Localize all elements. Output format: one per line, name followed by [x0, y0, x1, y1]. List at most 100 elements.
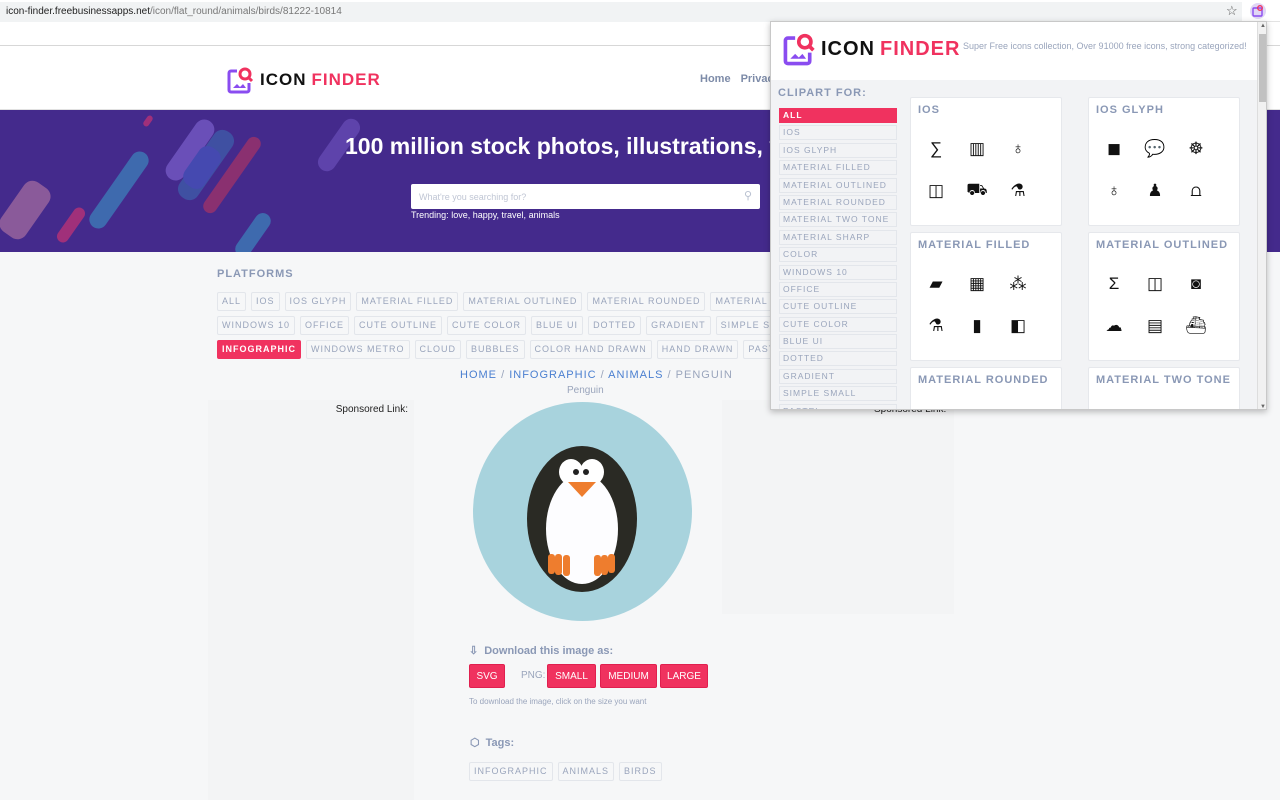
- platform-chip[interactable]: GRADIENT: [646, 316, 711, 335]
- category-card[interactable]: MATERIAL TWO TONE: [1088, 367, 1240, 409]
- category-item[interactable]: CUTE OUTLINE: [779, 299, 897, 315]
- noose-icon[interactable]: ♁: [1007, 138, 1029, 160]
- url-text[interactable]: icon-finder.freebusinessapps.net/icon/fl…: [6, 6, 342, 17]
- category-item[interactable]: MATERIAL ROUNDED: [779, 194, 897, 210]
- popup-logo[interactable]: ICON FINDER: [783, 32, 960, 66]
- search-box: ⚲: [411, 184, 760, 209]
- logo-word-icon: ICON: [260, 70, 307, 89]
- download-png-small-button[interactable]: SMALL: [547, 664, 596, 688]
- category-item[interactable]: SIMPLE SMALL: [779, 386, 897, 402]
- platform-chip[interactable]: CUTE COLOR: [447, 316, 527, 335]
- book-filled-icon[interactable]: ◼: [1103, 138, 1125, 160]
- sigma-icon[interactable]: ∑: [925, 138, 947, 160]
- logo-icon: [783, 33, 815, 66]
- category-card[interactable]: IOS ∑ ▥ ♁ ◫ ⛟ ⚗: [910, 97, 1062, 226]
- scroll-up-icon[interactable]: ▲: [1260, 23, 1266, 29]
- car-push-icon[interactable]: ⛟: [966, 180, 988, 202]
- camera-icon[interactable]: ◙: [1185, 273, 1207, 295]
- platform-chip[interactable]: MATERIAL FILLED: [356, 292, 459, 311]
- category-card[interactable]: IOS GLYPH ◼ 💬 ☸ ♁ ♟ ⩍: [1088, 97, 1240, 226]
- battery-icon[interactable]: ▮: [966, 315, 988, 337]
- grapes-icon[interactable]: ⁂: [1007, 273, 1029, 295]
- platform-chip[interactable]: MATERIAL ROUNDED: [587, 292, 706, 311]
- search-icon[interactable]: ⚲: [744, 189, 752, 202]
- category-item[interactable]: OFFICE: [779, 281, 897, 297]
- breadcrumb-animals[interactable]: ANIMALS: [608, 369, 663, 381]
- category-item[interactable]: MATERIAL FILLED: [779, 160, 897, 176]
- ferris-wheel-icon[interactable]: ☸: [1185, 138, 1207, 160]
- tag-chip[interactable]: ANIMALS: [557, 762, 615, 781]
- platform-chip[interactable]: BLUE UI: [531, 316, 584, 335]
- cube-icon[interactable]: ◧: [1007, 315, 1029, 337]
- category-card[interactable]: MATERIAL OUTLINED Σ ◫ ◙ ☁ ▤ ⛴: [1088, 232, 1240, 361]
- film-icon[interactable]: ▦: [966, 273, 988, 295]
- platform-chip[interactable]: HAND DRAWN: [656, 340, 739, 359]
- tag-chip[interactable]: INFOGRAPHIC: [469, 762, 553, 781]
- category-item[interactable]: CUTE COLOR: [779, 316, 897, 332]
- cloud-icon[interactable]: ☁: [1103, 315, 1125, 337]
- popup-scrollbar[interactable]: ▲ ▼: [1257, 22, 1266, 409]
- archive-icon[interactable]: ▤: [1144, 315, 1166, 337]
- sanitizer-icon[interactable]: ⚗: [925, 315, 947, 337]
- category-item[interactable]: PASTEL: [779, 403, 897, 409]
- ad-slot-right[interactable]: Sponsored Link:: [722, 400, 954, 614]
- download-svg-button[interactable]: SVG: [469, 664, 505, 688]
- platform-chip[interactable]: ALL: [217, 292, 247, 311]
- platform-chip[interactable]: IOS GLYPH: [284, 292, 352, 311]
- bar-chart-icon[interactable]: ▥: [966, 138, 988, 160]
- category-card[interactable]: MATERIAL ROUNDED: [910, 367, 1062, 409]
- icon-finder-extension-icon[interactable]: [1250, 3, 1266, 19]
- category-item[interactable]: GRADIENT: [779, 368, 897, 384]
- platform-chip[interactable]: CUTE OUTLINE: [354, 316, 443, 335]
- download-png-medium-button[interactable]: MEDIUM: [600, 664, 657, 688]
- platform-chip[interactable]: COLOR HAND DRAWN: [529, 340, 652, 359]
- platform-chip-active[interactable]: INFOGRAPHIC: [217, 340, 301, 359]
- download-png-large-button[interactable]: LARGE: [660, 664, 708, 688]
- ad-slot-left[interactable]: Sponsored Link:: [208, 400, 414, 800]
- category-item[interactable]: MATERIAL TWO TONE: [779, 212, 897, 228]
- icon-name: Penguin: [567, 385, 604, 396]
- category-item[interactable]: IOS GLYPH: [779, 142, 897, 158]
- sigma-icon[interactable]: Σ: [1103, 273, 1125, 295]
- platform-chip[interactable]: CLOUD: [414, 340, 462, 359]
- breadcrumb-infographic[interactable]: INFOGRAPHIC: [509, 369, 596, 381]
- platform-chip[interactable]: IOS: [251, 292, 280, 311]
- category-item[interactable]: DOTTED: [779, 351, 897, 367]
- noose-filled-icon[interactable]: ♁: [1103, 180, 1125, 202]
- breadcrumb: HOME / INFOGRAPHIC / ANIMALS / PENGUIN: [460, 369, 733, 381]
- platform-chip[interactable]: DOTTED: [588, 316, 642, 335]
- platform-chip[interactable]: WINDOWS METRO: [306, 340, 410, 359]
- platform-chip[interactable]: WINDOWS 10: [217, 316, 296, 335]
- platform-chip[interactable]: OFFICE: [300, 316, 350, 335]
- penguin-icon[interactable]: ♟: [1144, 180, 1166, 202]
- url-field[interactable]: icon-finder.freebusinessapps.net/icon/fl…: [0, 2, 1242, 22]
- category-card[interactable]: MATERIAL FILLED ▰ ▦ ⁂ ⚗ ▮ ◧: [910, 232, 1062, 361]
- site-logo[interactable]: ICON FINDER: [227, 66, 381, 94]
- swing-icon[interactable]: ⩍: [1185, 180, 1207, 202]
- search-input[interactable]: [411, 184, 731, 209]
- category-item[interactable]: MATERIAL SHARP: [779, 229, 897, 245]
- nav-home[interactable]: Home: [700, 73, 731, 85]
- speech-bubble-icon[interactable]: 💬: [1144, 138, 1166, 160]
- category-item[interactable]: COLOR: [779, 247, 897, 263]
- folder-add-icon[interactable]: ▰: [925, 273, 947, 295]
- category-item[interactable]: BLUE UI: [779, 334, 897, 350]
- category-item-active[interactable]: ALL: [779, 108, 897, 123]
- platform-chip[interactable]: MATERIAL OUTLINED: [463, 292, 583, 311]
- star-icon[interactable]: ☆: [1226, 3, 1238, 19]
- scroll-down-icon[interactable]: ▼: [1260, 404, 1266, 409]
- spray-bottle-icon[interactable]: ⚗: [1007, 180, 1029, 202]
- breadcrumb-home[interactable]: HOME: [460, 369, 497, 381]
- penguin-image[interactable]: [473, 402, 692, 621]
- category-item[interactable]: IOS: [779, 125, 897, 141]
- category-item[interactable]: WINDOWS 10: [779, 264, 897, 280]
- scroll-thumb[interactable]: [1259, 34, 1266, 102]
- ship-icon[interactable]: ⛴: [1185, 315, 1207, 337]
- tags-list: INFOGRAPHIC ANIMALS BIRDS: [469, 762, 662, 781]
- category-item[interactable]: MATERIAL OUTLINED: [779, 177, 897, 193]
- music-book-icon[interactable]: ◫: [1144, 273, 1166, 295]
- tag-chip[interactable]: BIRDS: [619, 762, 662, 781]
- url-host: icon-finder.freebusinessapps.net: [6, 6, 150, 17]
- platform-chip[interactable]: BUBBLES: [466, 340, 525, 359]
- book-icon[interactable]: ◫: [925, 180, 947, 202]
